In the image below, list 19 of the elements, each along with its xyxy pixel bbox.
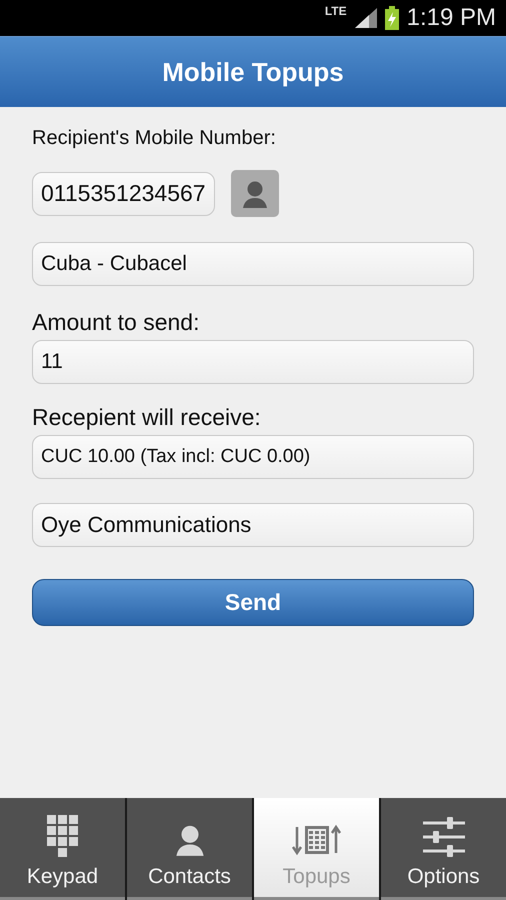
- send-button[interactable]: Send: [32, 579, 474, 626]
- tab[interactable]: Keypad: [0, 798, 125, 900]
- operator-field[interactable]: Cuba - Cubacel: [32, 242, 474, 286]
- tab-label: Keypad: [26, 865, 98, 889]
- network-type: LTE: [324, 5, 347, 17]
- status-time: 1:19 PM: [406, 4, 496, 32]
- field-label: Recepient will receive:: [32, 404, 262, 431]
- phone-number-field[interactable]: 0115351234567: [32, 172, 215, 216]
- tab-label: Topups: [282, 865, 350, 889]
- receive-amount-field: CUC 10.00 (Tax incl: CUC 0.00): [32, 435, 474, 479]
- tab[interactable]: Options: [381, 798, 506, 900]
- screen-title: Mobile Topups: [162, 56, 344, 88]
- tab-label: Contacts: [148, 865, 231, 889]
- field-label: Amount to send:: [32, 309, 200, 336]
- amount-field[interactable]: 11: [32, 340, 474, 384]
- provider-field[interactable]: Oye Communications: [32, 503, 474, 547]
- tab[interactable]: Contacts: [127, 798, 252, 900]
- tab-label: Options: [407, 865, 480, 889]
- field-label: Recipient's Mobile Number:: [32, 127, 277, 150]
